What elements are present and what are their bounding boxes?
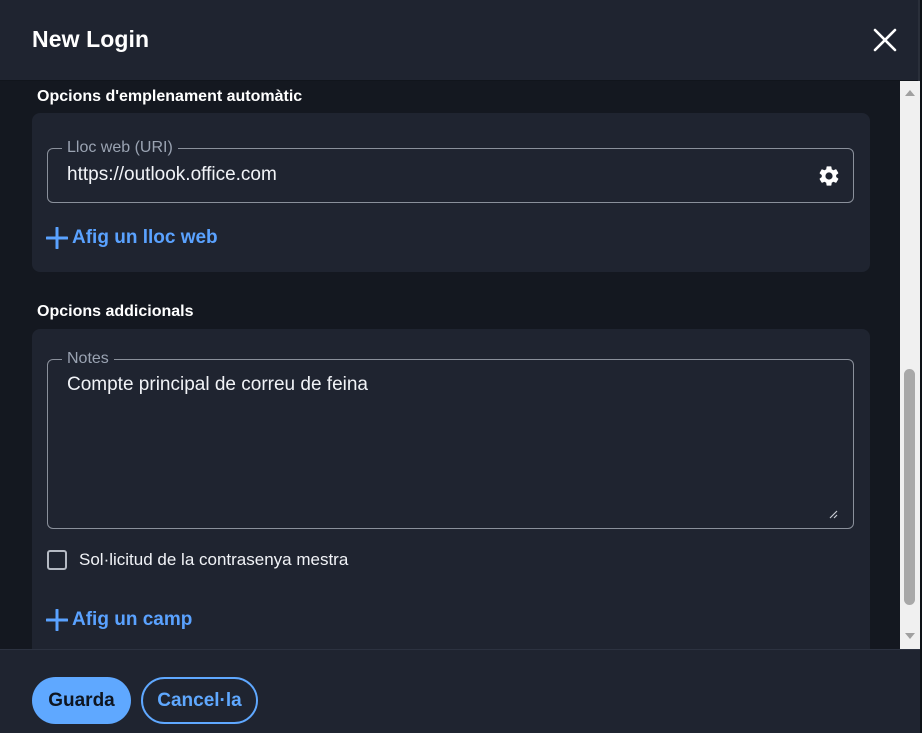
- cancel-button[interactable]: Cancel·la: [141, 677, 258, 724]
- master-password-reprompt-checkbox[interactable]: [47, 550, 67, 570]
- autofill-card: Lloc web (URI) https://outlook.office.co…: [32, 113, 870, 272]
- uri-input[interactable]: https://outlook.office.com: [67, 164, 277, 186]
- additional-section-title: Opcions addicionals: [37, 303, 194, 320]
- new-login-dialog: New Login Opcions d'emplenament automàti…: [0, 0, 920, 733]
- notes-field[interactable]: Notes Compte principal de correu de fein…: [47, 349, 854, 529]
- dialog-body[interactable]: Opcions d'emplenament automàtic Lloc web…: [0, 81, 900, 649]
- plus-icon: [46, 227, 68, 249]
- dialog-title: New Login: [32, 26, 150, 52]
- dialog-header: New Login: [0, 0, 918, 81]
- save-button[interactable]: Guarda: [32, 677, 131, 724]
- close-button[interactable]: [866, 22, 904, 58]
- master-password-reprompt-label: Sol·licitud de la contrasenya mestra: [79, 550, 349, 569]
- notes-label: Notes: [62, 349, 114, 369]
- plus-icon: [46, 609, 68, 631]
- vertical-scrollbar[interactable]: [900, 81, 920, 649]
- chevron-down-icon[interactable]: [904, 632, 916, 642]
- additional-card: Notes Compte principal de correu de fein…: [32, 329, 870, 649]
- add-field-button[interactable]: Afig un camp: [46, 609, 192, 631]
- gear-icon[interactable]: [817, 164, 841, 188]
- resize-grip-icon[interactable]: [829, 510, 838, 519]
- notes-textarea[interactable]: Compte principal de correu de feina: [67, 374, 368, 396]
- chevron-up-icon[interactable]: [904, 87, 916, 97]
- master-password-reprompt-option[interactable]: Sol·licitud de la contrasenya mestra: [47, 550, 348, 570]
- dialog-footer: Guarda Cancel·la: [0, 649, 920, 733]
- add-website-button[interactable]: Afig un lloc web: [46, 227, 218, 249]
- uri-label: Lloc web (URI): [62, 138, 178, 158]
- add-field-label: Afig un camp: [72, 609, 193, 630]
- autofill-section-title: Opcions d'emplenament automàtic: [37, 88, 303, 105]
- add-website-label: Afig un lloc web: [72, 227, 218, 248]
- uri-field[interactable]: Lloc web (URI) https://outlook.office.co…: [47, 138, 854, 203]
- scrollbar-thumb[interactable]: [904, 369, 915, 605]
- close-icon: [873, 28, 897, 52]
